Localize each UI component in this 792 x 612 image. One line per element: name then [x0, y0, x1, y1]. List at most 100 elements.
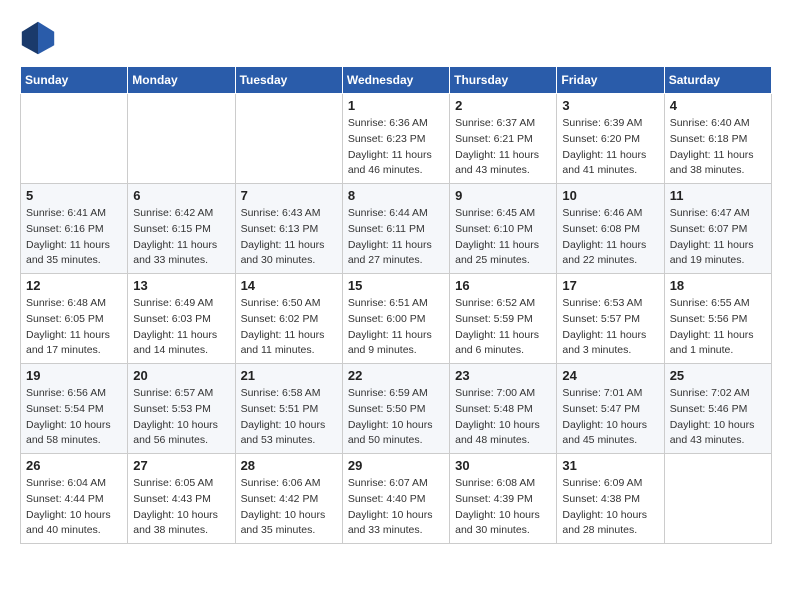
day-cell: 5 Sunrise: 6:41 AM Sunset: 6:16 PM Daylig…	[21, 184, 128, 274]
week-row-3: 12 Sunrise: 6:48 AM Sunset: 6:05 PM Dayli…	[21, 274, 772, 364]
day-cell: 20Sunrise: 6:57 AM Sunset: 5:53 PM Dayli…	[128, 364, 235, 454]
day-info: Sunrise: 6:45 AM Sunset: 6:10 PM Dayligh…	[455, 206, 551, 269]
day-number: 16	[455, 278, 551, 293]
day-number: 26	[26, 458, 122, 473]
weekday-thursday: Thursday	[450, 67, 557, 94]
day-number: 8	[348, 188, 444, 203]
day-cell	[664, 454, 771, 544]
day-info: Sunrise: 6:04 AM Sunset: 4:44 PM Dayligh…	[26, 476, 122, 539]
day-info: Sunrise: 7:01 AM Sunset: 5:47 PM Dayligh…	[562, 386, 658, 449]
day-cell: 28 Sunrise: 6:06 AM Sunset: 4:42 PM Dayli…	[235, 454, 342, 544]
day-cell: 2 Sunrise: 6:37 AM Sunset: 6:21 PM Daylig…	[450, 94, 557, 184]
day-info: Sunrise: 6:47 AM Sunset: 6:07 PM Dayligh…	[670, 206, 766, 269]
day-info: Sunrise: 7:00 AM Sunset: 5:48 PM Dayligh…	[455, 386, 551, 449]
day-number: 27	[133, 458, 229, 473]
day-cell: 31 Sunrise: 6:09 AM Sunset: 4:38 PM Dayli…	[557, 454, 664, 544]
day-number: 9	[455, 188, 551, 203]
day-number: 13	[133, 278, 229, 293]
day-info: Sunrise: 6:58 AM Sunset: 5:51 PM Dayligh…	[241, 386, 337, 449]
day-number: 18	[670, 278, 766, 293]
weekday-wednesday: Wednesday	[342, 67, 449, 94]
day-cell: 14Sunrise: 6:50 AM Sunset: 6:02 PM Dayli…	[235, 274, 342, 364]
day-number: 28	[241, 458, 337, 473]
day-info: Sunrise: 6:51 AM Sunset: 6:00 PM Dayligh…	[348, 296, 444, 359]
weekday-header-row: SundayMondayTuesdayWednesdayThursdayFrid…	[21, 67, 772, 94]
day-number: 12	[26, 278, 122, 293]
day-cell: 6 Sunrise: 6:42 AM Sunset: 6:15 PM Daylig…	[128, 184, 235, 274]
day-cell: 27 Sunrise: 6:05 AM Sunset: 4:43 PM Dayli…	[128, 454, 235, 544]
day-info: Sunrise: 7:02 AM Sunset: 5:46 PM Dayligh…	[670, 386, 766, 449]
day-info: Sunrise: 6:07 AM Sunset: 4:40 PM Dayligh…	[348, 476, 444, 539]
day-number: 6	[133, 188, 229, 203]
day-number: 29	[348, 458, 444, 473]
day-info: Sunrise: 6:08 AM Sunset: 4:39 PM Dayligh…	[455, 476, 551, 539]
day-cell: 7Sunrise: 6:43 AM Sunset: 6:13 PM Daylig…	[235, 184, 342, 274]
day-number: 11	[670, 188, 766, 203]
day-info: Sunrise: 6:48 AM Sunset: 6:05 PM Dayligh…	[26, 296, 122, 359]
page-header	[20, 20, 772, 56]
day-cell: 11 Sunrise: 6:47 AM Sunset: 6:07 PM Dayli…	[664, 184, 771, 274]
day-info: Sunrise: 6:41 AM Sunset: 6:16 PM Dayligh…	[26, 206, 122, 269]
weekday-sunday: Sunday	[21, 67, 128, 94]
day-number: 19	[26, 368, 122, 383]
day-cell: 18Sunrise: 6:55 AM Sunset: 5:56 PM Dayli…	[664, 274, 771, 364]
day-info: Sunrise: 6:36 AM Sunset: 6:23 PM Dayligh…	[348, 116, 444, 179]
day-cell: 1 Sunrise: 6:36 AM Sunset: 6:23 PM Daylig…	[342, 94, 449, 184]
day-info: Sunrise: 6:05 AM Sunset: 4:43 PM Dayligh…	[133, 476, 229, 539]
day-cell: 8 Sunrise: 6:44 AM Sunset: 6:11 PM Daylig…	[342, 184, 449, 274]
day-number: 23	[455, 368, 551, 383]
day-cell	[128, 94, 235, 184]
day-number: 4	[670, 98, 766, 113]
week-row-1: 1 Sunrise: 6:36 AM Sunset: 6:23 PM Daylig…	[21, 94, 772, 184]
logo-icon	[20, 20, 56, 56]
day-cell: 4 Sunrise: 6:40 AM Sunset: 6:18 PM Daylig…	[664, 94, 771, 184]
weekday-saturday: Saturday	[664, 67, 771, 94]
day-cell	[235, 94, 342, 184]
day-info: Sunrise: 6:09 AM Sunset: 4:38 PM Dayligh…	[562, 476, 658, 539]
day-number: 2	[455, 98, 551, 113]
day-info: Sunrise: 6:52 AM Sunset: 5:59 PM Dayligh…	[455, 296, 551, 359]
day-cell: 22Sunrise: 6:59 AM Sunset: 5:50 PM Dayli…	[342, 364, 449, 454]
day-cell: 16 Sunrise: 6:52 AM Sunset: 5:59 PM Dayli…	[450, 274, 557, 364]
day-cell: 15 Sunrise: 6:51 AM Sunset: 6:00 PM Dayli…	[342, 274, 449, 364]
day-number: 24	[562, 368, 658, 383]
day-cell: 24 Sunrise: 7:01 AM Sunset: 5:47 PM Dayli…	[557, 364, 664, 454]
day-number: 5	[26, 188, 122, 203]
day-cell: 29 Sunrise: 6:07 AM Sunset: 4:40 PM Dayli…	[342, 454, 449, 544]
day-number: 20	[133, 368, 229, 383]
logo	[20, 20, 60, 56]
day-info: Sunrise: 6:37 AM Sunset: 6:21 PM Dayligh…	[455, 116, 551, 179]
day-cell: 17Sunrise: 6:53 AM Sunset: 5:57 PM Dayli…	[557, 274, 664, 364]
day-cell: 21Sunrise: 6:58 AM Sunset: 5:51 PM Dayli…	[235, 364, 342, 454]
day-number: 15	[348, 278, 444, 293]
day-info: Sunrise: 6:42 AM Sunset: 6:15 PM Dayligh…	[133, 206, 229, 269]
day-info: Sunrise: 6:49 AM Sunset: 6:03 PM Dayligh…	[133, 296, 229, 359]
day-info: Sunrise: 6:40 AM Sunset: 6:18 PM Dayligh…	[670, 116, 766, 179]
day-cell: 3Sunrise: 6:39 AM Sunset: 6:20 PM Daylig…	[557, 94, 664, 184]
day-number: 31	[562, 458, 658, 473]
day-info: Sunrise: 6:44 AM Sunset: 6:11 PM Dayligh…	[348, 206, 444, 269]
day-number: 10	[562, 188, 658, 203]
day-cell: 30 Sunrise: 6:08 AM Sunset: 4:39 PM Dayli…	[450, 454, 557, 544]
day-cell: 26 Sunrise: 6:04 AM Sunset: 4:44 PM Dayli…	[21, 454, 128, 544]
day-number: 17	[562, 278, 658, 293]
day-cell: 10 Sunrise: 6:46 AM Sunset: 6:08 PM Dayli…	[557, 184, 664, 274]
weekday-friday: Friday	[557, 67, 664, 94]
day-cell: 23 Sunrise: 7:00 AM Sunset: 5:48 PM Dayli…	[450, 364, 557, 454]
weekday-tuesday: Tuesday	[235, 67, 342, 94]
calendar-body: 1 Sunrise: 6:36 AM Sunset: 6:23 PM Daylig…	[21, 94, 772, 544]
day-number: 1	[348, 98, 444, 113]
day-cell: 25 Sunrise: 7:02 AM Sunset: 5:46 PM Dayli…	[664, 364, 771, 454]
day-info: Sunrise: 6:06 AM Sunset: 4:42 PM Dayligh…	[241, 476, 337, 539]
day-info: Sunrise: 6:56 AM Sunset: 5:54 PM Dayligh…	[26, 386, 122, 449]
day-number: 25	[670, 368, 766, 383]
day-info: Sunrise: 6:46 AM Sunset: 6:08 PM Dayligh…	[562, 206, 658, 269]
day-info: Sunrise: 6:39 AM Sunset: 6:20 PM Dayligh…	[562, 116, 658, 179]
calendar-table: SundayMondayTuesdayWednesdayThursdayFrid…	[20, 66, 772, 544]
day-number: 7	[241, 188, 337, 203]
day-info: Sunrise: 6:50 AM Sunset: 6:02 PM Dayligh…	[241, 296, 337, 359]
day-cell: 9 Sunrise: 6:45 AM Sunset: 6:10 PM Daylig…	[450, 184, 557, 274]
day-number: 30	[455, 458, 551, 473]
day-cell: 19 Sunrise: 6:56 AM Sunset: 5:54 PM Dayli…	[21, 364, 128, 454]
weekday-monday: Monday	[128, 67, 235, 94]
